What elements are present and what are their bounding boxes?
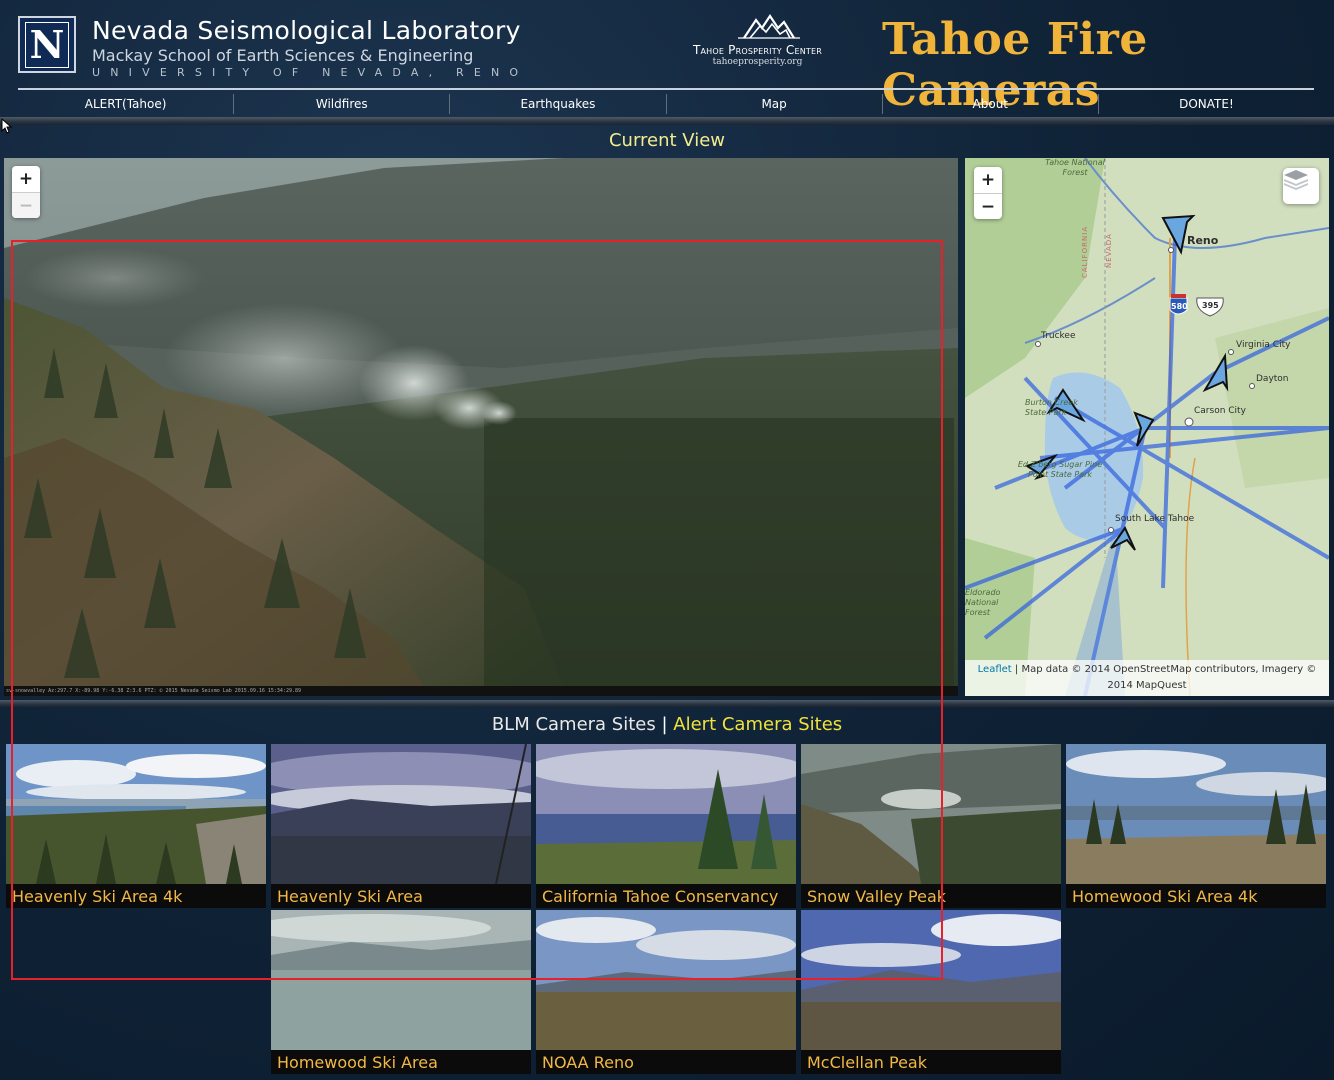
map-zoom-in-button[interactable]: +	[974, 167, 1002, 193]
map-label-south-lake-tahoe: South Lake Tahoe	[1115, 514, 1195, 524]
mcclellan-peak-thumbnail-image	[801, 910, 1061, 1050]
snow-valley-thumbnail-image	[801, 744, 1061, 884]
us-395-shield: 395	[1202, 301, 1219, 310]
nav-donate[interactable]: DONATE!	[1099, 94, 1314, 114]
map-label-california: CALIFORNIA	[1081, 225, 1089, 278]
university-logo[interactable]: N	[18, 16, 76, 73]
camera-tile-heavenly-4k[interactable]: Heavenly Ski Area 4k	[6, 744, 266, 908]
camera-tile-label: Heavenly Ski Area 4k	[12, 887, 183, 906]
map-attribution-text: | Map data © 2014 OpenStreetMap contribu…	[1014, 664, 1317, 691]
camera-tile-label: McClellan Peak	[807, 1053, 927, 1072]
nav-about[interactable]: About	[883, 94, 1099, 114]
camera-zoom-control: + −	[12, 166, 40, 218]
camera-tile-noaa-reno[interactable]: NOAA Reno	[536, 910, 796, 1074]
map-label-reno: Reno	[1187, 234, 1219, 247]
map-label-dayton: Dayton	[1256, 374, 1289, 384]
camera-map[interactable]: Tahoe National Forest Reno Truckee Virgi…	[965, 158, 1329, 696]
map-label-sugar-pine: Ed Z'berg Sugar Pine Point State Park	[1017, 460, 1103, 479]
forest-fire-scene-image	[4, 158, 958, 696]
current-view-title: Current View	[608, 130, 726, 151]
camera-tile-california-tahoe-conservancy[interactable]: California Tahoe Conservancy	[536, 744, 796, 908]
header-divider	[18, 88, 1314, 90]
blm-sites-tab[interactable]: BLM Camera Sites	[492, 714, 656, 735]
nav-wildfires[interactable]: Wildfires	[234, 94, 451, 114]
interstate-580-shield: 580	[1171, 302, 1188, 311]
camera-tile-label: Snow Valley Peak	[807, 887, 947, 906]
current-camera-image[interactable]: sv-snowvalley Az:297.7 X:-89.98 Y:-6.38 …	[4, 158, 958, 696]
noaa-reno-thumbnail-image	[536, 910, 796, 1050]
leaflet-link[interactable]: Leaflet	[978, 664, 1012, 675]
alert-sites-tab[interactable]: Alert Camera Sites	[673, 714, 842, 735]
map-label-nevada: NEVADA	[1105, 233, 1113, 268]
map-label-carson-city: Carson City	[1194, 406, 1246, 416]
partner-url: tahoeprosperity.org	[712, 57, 803, 67]
site-header: N Nevada Seismological Laboratory Mackay…	[0, 0, 1334, 116]
camera-sites-heading: BLM Camera Sites | Alert Camera Sites	[0, 714, 1334, 735]
nav-underbar	[0, 117, 1334, 125]
partner-logo[interactable]: Tahoe Prosperity Center tahoeprosperity.…	[680, 14, 835, 78]
camera-tile-homewood[interactable]: Homewood Ski Area	[271, 910, 531, 1074]
camera-tile-label: Homewood Ski Area	[277, 1053, 438, 1072]
map-label-virginia-city: Virginia City	[1236, 340, 1291, 350]
camera-zoom-in-button[interactable]: +	[12, 166, 40, 192]
heavenly-4k-thumbnail-image	[6, 744, 266, 884]
heavenly-thumbnail-image	[271, 744, 531, 884]
org-subtitle: Mackay School of Earth Sciences & Engine…	[92, 46, 474, 65]
nav-map[interactable]: Map	[667, 94, 883, 114]
nav-earthquakes[interactable]: Earthquakes	[450, 94, 667, 114]
section-divider	[0, 700, 1334, 707]
partner-name: Tahoe Prosperity Center	[692, 43, 823, 57]
map-label-tahoe-forest: Tahoe National Forest	[1045, 158, 1105, 177]
camera-tile-label: California Tahoe Conservancy	[542, 887, 779, 906]
camera-tile-snow-valley-peak[interactable]: Snow Valley Peak	[801, 744, 1061, 908]
university-name: UNIVERSITY OF NEVADA, RENO	[92, 66, 529, 79]
map-label-eldorado: Eldorado National Forest	[965, 588, 1001, 617]
org-title: Nevada Seismological Laboratory	[92, 16, 521, 45]
map-label-burton-creek: Burton Creek State Park	[1025, 398, 1078, 417]
sites-separator: |	[661, 714, 668, 735]
camera-tile-label: Homewood Ski Area 4k	[1072, 887, 1258, 906]
map-zoom-control: + −	[974, 167, 1002, 219]
layers-icon	[1284, 170, 1308, 190]
camera-tile-heavenly[interactable]: Heavenly Ski Area	[271, 744, 531, 908]
camera-zoom-out-button[interactable]: −	[12, 192, 40, 218]
camera-tile-label: Heavenly Ski Area	[277, 887, 423, 906]
nav-alert-tahoe[interactable]: ALERT(Tahoe)	[18, 94, 235, 114]
main-nav: ALERT(Tahoe) Wildfires Earthquakes Map A…	[18, 94, 1314, 114]
map-layers-button[interactable]	[1283, 168, 1319, 204]
camera-tile-homewood-4k[interactable]: Homewood Ski Area 4k	[1066, 744, 1326, 908]
logo-letter: N	[24, 21, 70, 68]
mountain-logo-icon	[737, 14, 800, 39]
tahoe-conservancy-thumbnail-image	[536, 744, 796, 884]
camera-tile-mcclellan-peak[interactable]: McClellan Peak	[801, 910, 1061, 1074]
camera-tile-label: NOAA Reno	[542, 1053, 634, 1072]
map-label-truckee: Truckee	[1041, 331, 1076, 341]
camera-caption: sv-snowvalley Az:297.7 X:-89.98 Y:-6.38 …	[4, 686, 958, 696]
homewood-thumbnail-image	[271, 910, 531, 1050]
map-zoom-out-button[interactable]: −	[974, 193, 1002, 219]
homewood-4k-thumbnail-image	[1066, 744, 1326, 884]
map-attribution: Leaflet | Map data © 2014 OpenStreetMap …	[965, 660, 1329, 696]
